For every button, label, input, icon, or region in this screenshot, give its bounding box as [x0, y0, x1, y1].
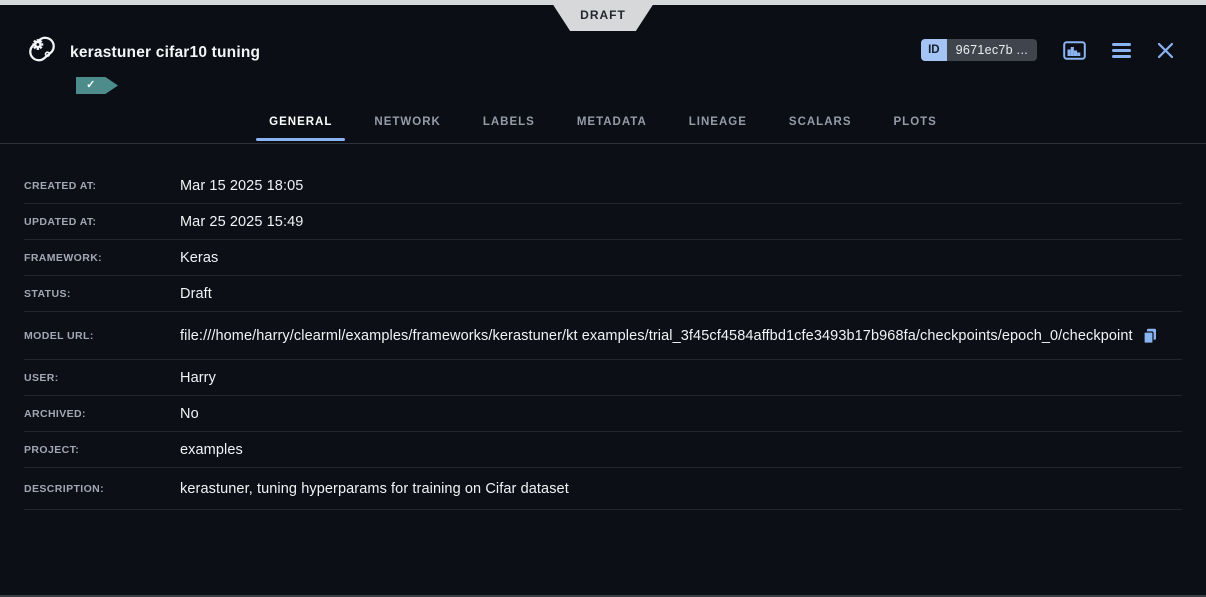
- tab-scalars[interactable]: SCALARS: [776, 100, 865, 143]
- field-value: Mar 15 2025 18:05: [180, 178, 303, 194]
- model-icon: [26, 33, 58, 65]
- draft-status-label: DRAFT: [580, 8, 626, 24]
- detail-row-status: STATUS: Draft: [24, 276, 1182, 312]
- copy-icon: [1143, 328, 1157, 344]
- hamburger-menu-icon: [1112, 43, 1131, 58]
- tab-bar: GENERAL NETWORK LABELS METADATA LINEAGE …: [0, 100, 1206, 144]
- tab-network[interactable]: NETWORK: [361, 100, 453, 143]
- tab-metadata[interactable]: METADATA: [564, 100, 660, 143]
- page-title: kerastuner cifar10 tuning: [70, 44, 260, 62]
- field-label: UPDATED AT:: [24, 216, 180, 228]
- detail-row-project: PROJECT: examples: [24, 432, 1182, 468]
- field-label: CREATED AT:: [24, 180, 180, 192]
- field-value: Draft: [180, 286, 212, 302]
- close-button[interactable]: [1157, 42, 1174, 59]
- field-label: DESCRIPTION:: [24, 483, 180, 495]
- chart-preview-button[interactable]: [1063, 41, 1086, 60]
- field-value: Keras: [180, 250, 218, 266]
- detail-row-user: USER: Harry: [24, 360, 1182, 396]
- tab-labels[interactable]: LABELS: [470, 100, 548, 143]
- tab-lineage[interactable]: LINEAGE: [676, 100, 760, 143]
- detail-row-description: DESCRIPTION: kerastuner, tuning hyperpar…: [24, 468, 1182, 510]
- id-badge-value: 9671ec7b ...: [947, 39, 1037, 61]
- field-value: kerastuner, tuning hyperparams for train…: [180, 481, 569, 497]
- menu-button[interactable]: [1112, 43, 1131, 58]
- id-badge-label: ID: [921, 39, 947, 61]
- chart-preview-icon: [1063, 41, 1086, 60]
- model-id-badge[interactable]: ID 9671ec7b ...: [921, 39, 1037, 61]
- detail-row-updated-at: UPDATED AT: Mar 25 2025 15:49: [24, 204, 1182, 240]
- field-value: examples: [180, 442, 243, 458]
- field-value: Mar 25 2025 15:49: [180, 214, 303, 230]
- field-label: STATUS:: [24, 288, 180, 300]
- header-actions: ID 9671ec7b ...: [921, 39, 1174, 61]
- field-label: USER:: [24, 372, 180, 384]
- field-label: FRAMEWORK:: [24, 252, 180, 264]
- check-icon: ✓: [76, 77, 105, 94]
- detail-row-model-url: MODEL URL: file:///home/harry/clearml/ex…: [24, 312, 1182, 360]
- detail-row-archived: ARCHIVED: No: [24, 396, 1182, 432]
- status-check-tag: ✓: [76, 77, 118, 94]
- close-icon: [1157, 42, 1174, 59]
- field-label: MODEL URL:: [24, 330, 180, 342]
- tab-plots[interactable]: PLOTS: [881, 100, 950, 143]
- tab-general[interactable]: GENERAL: [256, 100, 345, 143]
- detail-row-framework: FRAMEWORK: Keras: [24, 240, 1182, 276]
- field-value: No: [180, 406, 199, 422]
- general-details-table: CREATED AT: Mar 15 2025 18:05 UPDATED AT…: [24, 168, 1182, 510]
- field-value: Harry: [180, 370, 216, 386]
- model-details-panel: DRAFT kerastuner cifar10 tuning ✓: [0, 0, 1206, 597]
- field-label: ARCHIVED:: [24, 408, 180, 420]
- gear-glyph: [32, 39, 43, 50]
- detail-row-created-at: CREATED AT: Mar 15 2025 18:05: [24, 168, 1182, 204]
- copy-url-button[interactable]: [1143, 328, 1157, 344]
- field-value: file:///home/harry/clearml/examples/fram…: [180, 328, 1133, 344]
- field-label: PROJECT:: [24, 444, 180, 456]
